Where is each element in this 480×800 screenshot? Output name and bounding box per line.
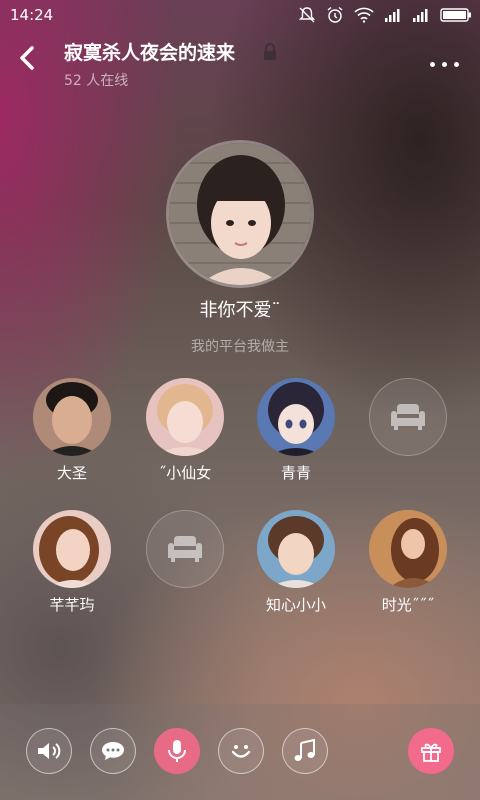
avatar: [33, 378, 111, 456]
status-time: 14:24: [10, 6, 54, 24]
seat-name: 时光˝˝˝: [381, 596, 435, 614]
seat-2[interactable]: ˝小仙女: [130, 378, 240, 483]
host-photo: [169, 143, 311, 285]
seat-7[interactable]: 知心小小: [241, 510, 351, 615]
empty-seat: [146, 510, 224, 588]
wifi-icon: [354, 7, 374, 23]
avatar: [146, 378, 224, 456]
host-description: 我的平台我做主: [191, 339, 289, 355]
lock-icon: [264, 43, 276, 60]
seat-name: 知心小小: [265, 596, 326, 614]
bottom-toolbar: [0, 704, 480, 800]
back-arrow-icon: [20, 46, 34, 70]
sofa-icon: [168, 536, 202, 562]
microphone-button[interactable]: [154, 728, 200, 774]
signal-icon: [385, 9, 400, 22]
back-button[interactable]: [12, 40, 42, 76]
online-count: 52 人在线: [64, 73, 129, 89]
music-icon: [294, 739, 315, 761]
host-name: 非你不爱¨: [199, 300, 281, 321]
avatar: [257, 510, 335, 588]
mute-icon: [298, 7, 316, 23]
room-header: 寂寞杀人夜会的速来 52 人在线: [0, 30, 480, 92]
avatar: [33, 510, 111, 588]
music-button[interactable]: [282, 728, 328, 774]
gift-button[interactable]: [408, 728, 454, 774]
seat-6-empty[interactable]: [130, 510, 240, 588]
microphone-icon: [168, 740, 186, 762]
host-avatar[interactable]: [166, 140, 314, 288]
signal-icon-2: [413, 9, 428, 22]
chat-icon: [102, 742, 124, 760]
alarm-icon: [327, 6, 343, 23]
seat-4-empty[interactable]: [353, 378, 463, 456]
seat-name: ˝小仙女: [158, 464, 212, 482]
gift-icon: [421, 743, 441, 762]
speaker-icon: [38, 743, 61, 759]
battery-icon: [440, 8, 471, 22]
status-icons: [298, 6, 472, 24]
seat-name: 芊芊玙: [49, 596, 95, 614]
seat-8[interactable]: 时光˝˝˝: [353, 510, 463, 615]
seat-5[interactable]: 芊芊玙: [17, 510, 127, 615]
speaker-button[interactable]: [26, 728, 72, 774]
seat-1[interactable]: 大圣: [17, 378, 127, 483]
seat-name: 大圣: [56, 464, 87, 482]
seat-name: 青青: [280, 464, 311, 482]
emoji-button[interactable]: [218, 728, 264, 774]
more-options-button[interactable]: [430, 52, 466, 68]
chat-button[interactable]: [90, 728, 136, 774]
seat-3[interactable]: 青青: [241, 378, 351, 483]
avatar: [369, 510, 447, 588]
empty-seat: [369, 378, 447, 456]
emoji-icon: [231, 745, 251, 758]
sofa-icon: [391, 404, 425, 430]
avatar: [257, 378, 335, 456]
status-bar: 14:24: [0, 0, 480, 30]
room-title: 寂寞杀人夜会的速来: [64, 42, 236, 64]
